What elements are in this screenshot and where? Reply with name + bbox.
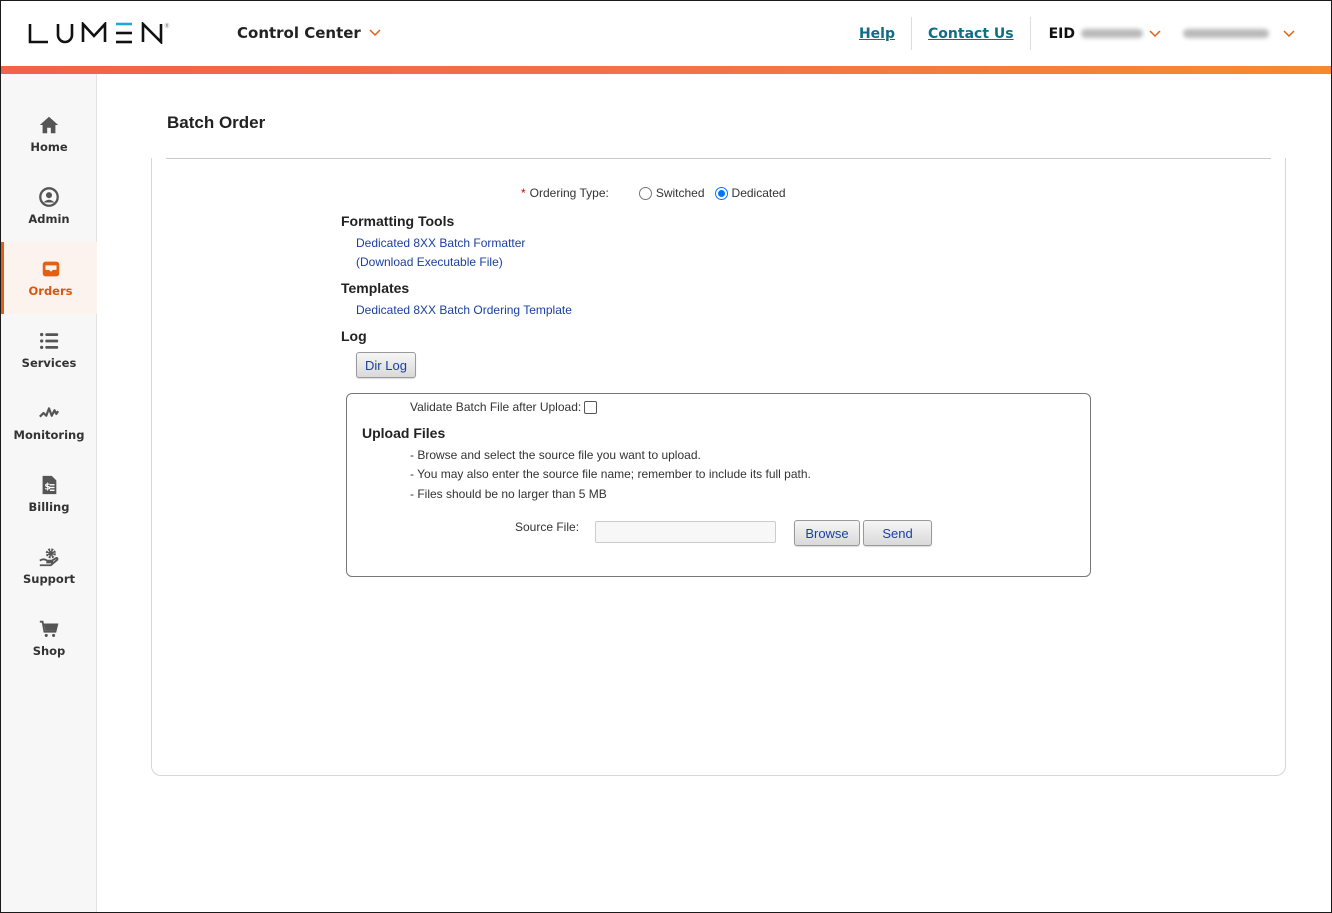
instruction-item: - You may also enter the source file nam… <box>410 467 811 481</box>
upload-panel <box>346 393 1091 577</box>
required-marker: * <box>521 186 526 200</box>
radio-dedicated[interactable]: Dedicated <box>714 186 786 200</box>
list-icon <box>40 332 59 350</box>
ordering-type-label: Ordering Type: <box>529 186 609 200</box>
hand-gear-icon <box>39 548 59 567</box>
user-menu[interactable] <box>1161 29 1331 38</box>
lumen-logo-mark: ® <box>28 22 170 44</box>
sidebar-item-home[interactable]: Home <box>1 98 97 170</box>
ordering-type-field: * Ordering Type: Switched Dedicated <box>521 186 796 200</box>
eid-label: EID <box>1048 25 1075 42</box>
sidebar-item-shop[interactable]: Shop <box>1 602 97 674</box>
send-button[interactable]: Send <box>863 520 932 546</box>
help-link[interactable]: Help <box>843 26 911 42</box>
user-circle-icon <box>39 187 59 207</box>
contact-us-link[interactable]: Contact Us <box>912 26 1030 42</box>
app-switcher-label: Control Center <box>237 24 361 42</box>
sidebar-item-monitoring[interactable]: Monitoring <box>1 386 97 458</box>
radio-switched-input[interactable] <box>638 186 652 200</box>
app-switcher[interactable]: Control Center <box>237 24 381 42</box>
sidebar-item-label: Billing <box>28 500 70 514</box>
invoice-dollar-icon: $ <box>42 475 57 495</box>
source-file-input[interactable] <box>595 521 776 543</box>
pulse-icon <box>39 407 60 418</box>
source-file-label: Source File: <box>515 520 580 534</box>
eid-selector[interactable]: EID <box>1031 26 1161 42</box>
header-right-nav: Help Contact Us EID <box>843 17 1331 50</box>
sidebar-item-label: Support <box>22 572 75 586</box>
lumen-logo[interactable]: ® <box>28 22 170 44</box>
sidebar-item-orders[interactable]: Orders <box>1 242 97 314</box>
sidebar: Home Admin Orders Services Monitoring $ … <box>1 74 97 912</box>
dir-log-button[interactable]: Dir Log <box>356 352 416 378</box>
sidebar-item-label: Orders <box>28 284 73 298</box>
chevron-down-icon <box>369 29 381 37</box>
sidebar-item-label: Shop <box>32 644 66 658</box>
ordering-template-link[interactable]: Dedicated 8XX Batch Ordering Template <box>356 303 572 317</box>
batch-formatter-link[interactable]: Dedicated 8XX Batch Formatter <box>356 236 525 250</box>
cart-icon <box>39 620 59 637</box>
validate-field: Validate Batch File after Upload: <box>410 400 598 414</box>
log-heading: Log <box>341 328 367 344</box>
svg-text:$: $ <box>44 482 50 493</box>
upload-files-heading: Upload Files <box>362 425 446 441</box>
home-icon <box>39 116 59 134</box>
svg-text:®: ® <box>164 23 170 30</box>
templates-heading: Templates <box>341 280 410 296</box>
sidebar-item-admin[interactable]: Admin <box>1 170 97 242</box>
radio-dedicated-label: Dedicated <box>731 186 786 200</box>
radio-dedicated-input[interactable] <box>714 186 728 200</box>
sidebar-item-label: Services <box>21 356 77 370</box>
top-header: ® Control Center Help Contact Us EID <box>1 1 1331 66</box>
inbox-tray-icon <box>42 261 59 277</box>
title-divider <box>166 158 1271 159</box>
download-executable-link[interactable]: (Download Executable File) <box>356 255 503 269</box>
validate-label: Validate Batch File after Upload: <box>410 400 582 414</box>
sidebar-item-services[interactable]: Services <box>1 314 97 386</box>
chevron-down-icon <box>1149 29 1161 37</box>
browse-button[interactable]: Browse <box>794 520 860 546</box>
sidebar-item-support[interactable]: Support <box>1 530 97 602</box>
sidebar-item-billing[interactable]: $ Billing <box>1 458 97 530</box>
instruction-item: - Browse and select the source file you … <box>410 448 701 462</box>
header-accent-bar <box>1 66 1331 74</box>
sidebar-item-label: Home <box>30 140 68 154</box>
chevron-down-icon <box>1283 29 1295 37</box>
sidebar-item-label: Monitoring <box>13 428 85 442</box>
sidebar-item-label: Admin <box>28 212 70 226</box>
validate-checkbox[interactable] <box>584 400 598 414</box>
page-title: Batch Order <box>167 113 266 132</box>
eid-value-redacted <box>1081 29 1143 38</box>
formatting-tools-heading: Formatting Tools <box>341 213 455 229</box>
instruction-item: - Files should be no larger than 5 MB <box>410 487 607 501</box>
user-name-redacted <box>1183 29 1269 38</box>
radio-switched[interactable]: Switched <box>638 186 705 200</box>
radio-switched-label: Switched <box>655 186 705 200</box>
